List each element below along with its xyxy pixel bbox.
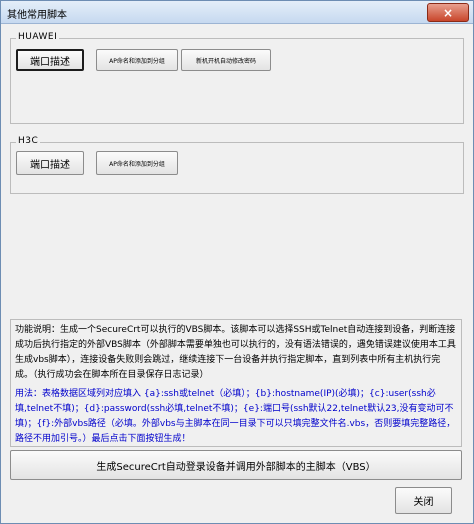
huawei-group-title: HUAWEI bbox=[16, 32, 60, 42]
h3c-port-desc-button[interactable]: 端口描述 bbox=[16, 151, 84, 175]
h3c-group-title: H3C bbox=[16, 136, 41, 146]
close-button[interactable]: × bbox=[427, 3, 469, 22]
usage-instructions: 用法：表格数据区域列对应填入 {a}:ssh或telnet（必填）；{b}:ho… bbox=[15, 389, 456, 444]
title-bar[interactable]: 其他常用脚本 × bbox=[1, 1, 473, 24]
huawei-ap-name-button[interactable]: AP命名和添加到分组 bbox=[96, 49, 178, 71]
dialog-window: 其他常用脚本 × HUAWEI 端口描述 AP命名和添加到分组 新机开机自动修改… bbox=[0, 0, 474, 524]
window-title: 其他常用脚本 bbox=[7, 10, 67, 21]
close-icon: × bbox=[442, 5, 454, 20]
exit-button[interactable]: 关闭 bbox=[395, 487, 452, 514]
huawei-port-desc-button[interactable]: 端口描述 bbox=[16, 49, 84, 71]
huawei-group: HUAWEI 端口描述 AP命名和添加到分组 新机开机自动修改密码 bbox=[10, 32, 464, 124]
huawei-new-device-password-button[interactable]: 新机开机自动修改密码 bbox=[181, 49, 271, 71]
generate-script-button[interactable]: 生成SecureCrt自动登录设备并调用外部脚本的主脚本（VBS） bbox=[10, 450, 462, 480]
function-description: 功能说明：生成一个SecureCrt可以执行的VBS脚本。该脚本可以选择SSH或… bbox=[15, 325, 456, 380]
h3c-ap-name-button[interactable]: AP命名和添加到分组 bbox=[96, 151, 178, 175]
description-panel: 功能说明：生成一个SecureCrt可以执行的VBS脚本。该脚本可以选择SSH或… bbox=[10, 319, 462, 447]
h3c-group: H3C 端口描述 AP命名和添加到分组 bbox=[10, 136, 464, 194]
